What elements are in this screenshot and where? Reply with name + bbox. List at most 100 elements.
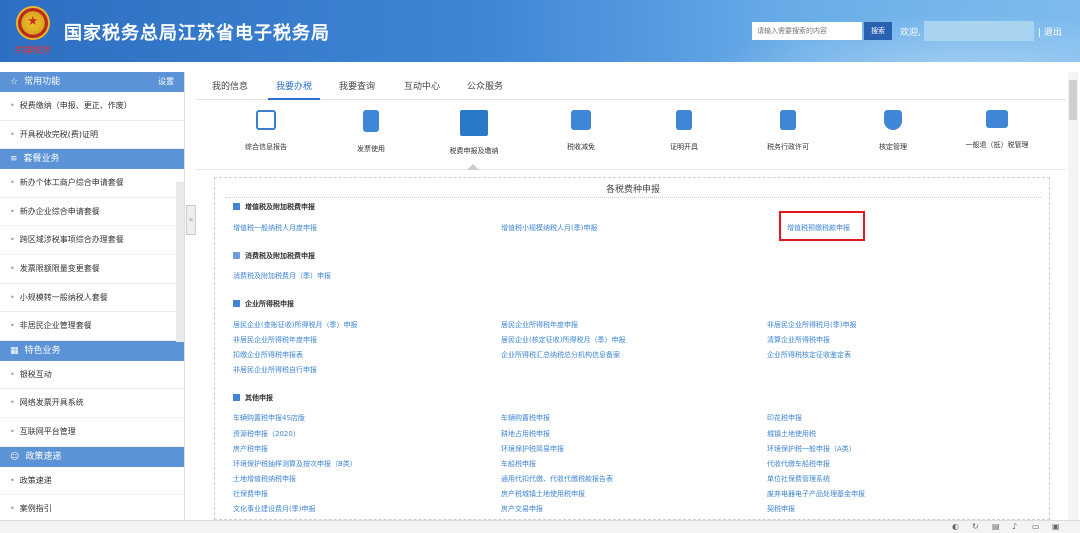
layout-icon[interactable]: ▣ (1052, 522, 1060, 531)
link[interactable]: 车辆购置税申报4S店版 (233, 413, 305, 423)
sidebar-item[interactable]: • 税费缴纳（申报、更正、作废） (0, 92, 184, 121)
sidebar-item[interactable]: • 互联网平台管理 (0, 418, 184, 447)
sidebar-section-policy[interactable]: ☺ 政策速递 (0, 446, 184, 467)
link[interactable]: 房产税城镇土地使用税申报 (501, 489, 585, 499)
sidebar-item[interactable]: • 案例指引 (0, 495, 184, 520)
link[interactable]: 消费税及附加税费月（季）申报 (233, 271, 331, 281)
link[interactable]: 增值税小规模纳税人月(季)申报 (501, 223, 597, 233)
link[interactable]: 房产交易申报 (501, 504, 543, 514)
link[interactable]: 社保费申报 (233, 489, 268, 499)
link[interactable]: 资源税申报（2020） (233, 429, 300, 439)
sidebar-item[interactable]: • 开具税收完税(费)证明 (0, 121, 184, 150)
link[interactable]: 代收代缴车船税申报 (767, 459, 830, 469)
sidebar-scrollbar[interactable] (176, 182, 184, 342)
link[interactable]: 契税申报 (767, 504, 795, 514)
sidebar-item-label: 税费缴纳（申报、更正、作废） (19, 101, 132, 110)
func-tax-relief[interactable]: 税收减免 (536, 110, 626, 152)
link[interactable]: 企业所得税核定征收鉴定表 (767, 350, 851, 360)
func-declare-pay[interactable]: 税费申报及缴纳 (429, 110, 519, 156)
search-button[interactable]: 搜索 (864, 22, 892, 40)
logout-link[interactable]: | 退出 (1038, 25, 1062, 38)
link[interactable]: 房产税申报 (233, 444, 268, 454)
tab-query[interactable]: 我要查询 (339, 79, 375, 92)
link[interactable]: 印花税申报 (767, 413, 802, 423)
func-refund[interactable]: 一般退（抵）税管理 (952, 110, 1042, 150)
sidebar-section-common[interactable]: ☆ 常用功能 设置 (0, 72, 184, 92)
sidebar-item[interactable]: • 跨区域涉税事项综合办理套餐 (0, 226, 184, 255)
tab-public-service[interactable]: 公众服务 (467, 79, 503, 92)
panel-title: 各税费种申报 (605, 185, 660, 195)
tab-bar: 我的信息 我要办税 我要查询 互动中心 公众服务 (196, 72, 1066, 100)
page-scrollbar[interactable] (1068, 72, 1078, 520)
sidebar-item-label: 网络发票开具系统 (19, 398, 84, 408)
func-label: 税费申报及缴纳 (449, 147, 499, 155)
link[interactable]: 非居民企业所得税自行申报 (233, 365, 317, 375)
link[interactable]: 文化事业建设费月(季)申报 (233, 504, 315, 514)
link[interactable]: 通用代扣代缴、代收代缴税款报告表 (501, 474, 613, 484)
building-icon (233, 300, 240, 307)
func-admin-license[interactable]: 税务行政许可 (743, 110, 833, 152)
func-label: 证明开具 (670, 143, 698, 151)
browser-icon[interactable]: ◐ (952, 522, 959, 531)
link[interactable]: 企业所得税汇总纳税总分机构信息备案 (501, 350, 620, 360)
tab-my-info[interactable]: 我的信息 (212, 79, 248, 92)
sound-icon[interactable]: ♪ (1012, 522, 1017, 531)
link[interactable]: 增值税一般纳税人月度申报 (233, 223, 317, 233)
welcome-text: 欢迎, (900, 28, 921, 38)
sidebar-item-label: 开具税收完税(费)证明 (19, 129, 98, 139)
window-icon[interactable]: ▭ (1032, 522, 1040, 531)
sidebar-item[interactable]: • 新办个体工商户综合申请套餐 (0, 169, 184, 198)
link[interactable]: 居民企业(核定征收)所得税月（季）申报 (501, 335, 625, 345)
tab-interaction[interactable]: 互动中心 (404, 79, 440, 92)
sidebar-item[interactable]: • 银税互动 (0, 361, 184, 390)
org-chart-icon (986, 110, 1008, 128)
func-info-report[interactable]: 综合信息报告 (221, 110, 311, 152)
refresh-icon[interactable]: ↻ (972, 522, 979, 531)
tab-do-tax[interactable]: 我要办税 (276, 79, 312, 92)
link[interactable]: 清算企业所得税申报 (767, 335, 830, 345)
highlight-box (779, 211, 865, 241)
collapse-sidebar-button[interactable]: « (186, 205, 196, 235)
sidebar-item[interactable]: • 非居民企业管理套餐 (0, 312, 184, 341)
document-icon[interactable]: ▤ (992, 522, 1000, 531)
search-input[interactable] (752, 22, 862, 40)
divider (225, 197, 1041, 198)
settings-link[interactable]: 设置 (158, 72, 174, 92)
func-invoice[interactable]: 发票使用 (326, 110, 416, 154)
sidebar-item[interactable]: • 发票限额限量变更套餐 (0, 255, 184, 284)
selected-indicator (467, 164, 479, 170)
section-title: 常用功能 (24, 77, 61, 87)
link[interactable]: 单位社保费管理系统 (767, 474, 830, 484)
link[interactable]: 居民企业(查账征收)所得税月（季）申报 (233, 320, 357, 330)
link[interactable]: 车船税申报 (501, 459, 536, 469)
link[interactable]: 非居民企业所得税年度申报 (233, 335, 317, 345)
sidebar-item-label: 互联网平台管理 (19, 426, 76, 436)
link[interactable]: 土地增值税纳税申报 (233, 474, 296, 484)
sidebar-item-label: 新办个体工商户综合申请套餐 (19, 178, 124, 188)
link[interactable]: 废弃电器电子产品处理基金申报 (767, 489, 865, 499)
link[interactable]: 非居民企业所得税月(季)申报 (767, 320, 856, 330)
link[interactable]: 扣缴企业所得税申报表 (233, 350, 303, 360)
func-certificate[interactable]: 证明开具 (639, 110, 729, 152)
main-content: 我的信息 我要办税 我要查询 互动中心 公众服务 综合信息报告 发票使用 税费申… (196, 72, 1066, 520)
sidebar-item[interactable]: • 新办企业综合申请套餐 (0, 198, 184, 227)
link[interactable]: 耕地占用税申报 (501, 429, 550, 439)
sidebar-item[interactable]: • 政策速递 (0, 467, 184, 496)
link[interactable]: 环境保护税简易申报 (501, 444, 564, 454)
sidebar-section-package[interactable]: ≡ 套餐业务 (0, 149, 184, 170)
sidebar-item[interactable]: • 网络发票开具系统 (0, 389, 184, 418)
func-assessment[interactable]: 核定管理 (848, 110, 938, 152)
sidebar-section-featured[interactable]: ▦ 特色业务 (0, 340, 184, 361)
sidebar-item-label: 案例指引 (19, 504, 52, 514)
sidebar-item-label: 发票限额限量变更套餐 (19, 263, 100, 273)
link[interactable]: 环境保护税一般申报（A类） (767, 444, 856, 454)
sidebar-item-label: 银税互动 (19, 369, 52, 379)
grid-icon: ▦ (10, 345, 19, 356)
sidebar-item[interactable]: • 小规模转一般纳税人套餐 (0, 284, 184, 313)
link[interactable]: 环境保护税抽样测算及按次申报（B类） (233, 459, 357, 469)
link[interactable]: 城镇土地使用税 (767, 429, 816, 439)
link[interactable]: 车辆购置税申报 (501, 413, 550, 423)
link[interactable]: 居民企业所得税年度申报 (501, 320, 578, 330)
bar-chart-icon (571, 110, 591, 130)
scrollbar-thumb[interactable] (1069, 80, 1077, 120)
